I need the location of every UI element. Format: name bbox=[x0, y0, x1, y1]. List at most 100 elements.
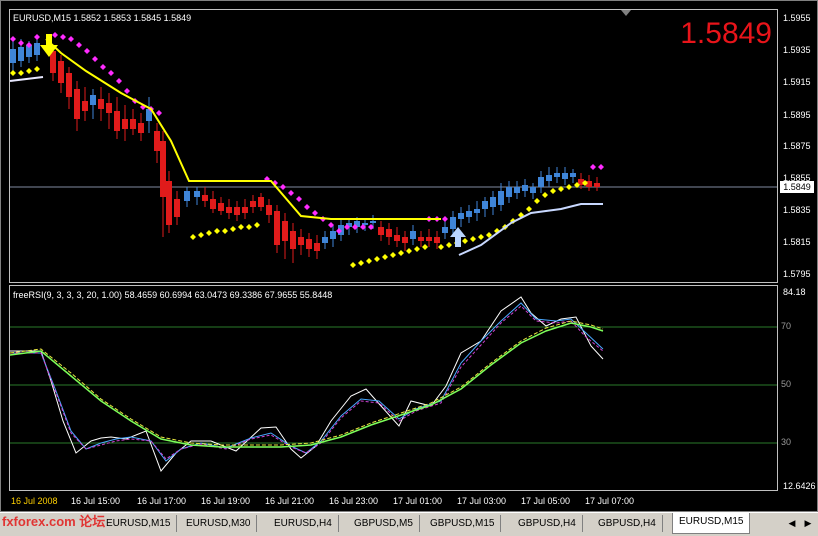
indicator-dot bbox=[550, 188, 556, 194]
candle-body bbox=[106, 103, 112, 113]
indicator-dot bbox=[398, 250, 404, 256]
candle-body bbox=[130, 119, 136, 129]
candle-body bbox=[74, 89, 80, 119]
indicator-dot bbox=[438, 244, 444, 250]
price-tick: 1.5835 bbox=[783, 205, 811, 215]
time-tick: 16 Jul 19:00 bbox=[201, 496, 251, 506]
candle-body bbox=[450, 217, 456, 229]
time-tick: 17 Jul 05:00 bbox=[521, 496, 571, 506]
white-line-left bbox=[9, 76, 44, 82]
tab-gbpusd-m5[interactable]: GBPUSD,M5 bbox=[348, 515, 420, 532]
rsi-info: freeRSI(9, 3, 3, 3, 20, 1.00) 58.4659 60… bbox=[13, 290, 333, 300]
tab-gbpusd-h4-b[interactable]: GBPUSD,H4 bbox=[592, 515, 663, 532]
candle-body bbox=[306, 239, 312, 249]
candle-body bbox=[530, 187, 536, 193]
candle-body bbox=[434, 237, 440, 243]
rsi-tick-70: 70 bbox=[781, 321, 792, 331]
indicator-dot bbox=[10, 70, 16, 76]
indicator-dot bbox=[34, 34, 40, 40]
indicator-dot bbox=[124, 88, 130, 94]
scroll-marker-icon[interactable] bbox=[621, 10, 631, 16]
candle-body bbox=[122, 119, 128, 129]
candle-body bbox=[458, 213, 464, 219]
candle-body bbox=[202, 195, 208, 201]
indicator-dot bbox=[52, 32, 58, 38]
candle-body bbox=[394, 235, 400, 241]
candle-body bbox=[18, 47, 24, 61]
indicator-dot bbox=[390, 252, 396, 258]
indicator-dot bbox=[598, 164, 604, 170]
candle-body bbox=[314, 243, 320, 251]
indicator-dot bbox=[422, 244, 428, 250]
candle-body bbox=[546, 175, 552, 181]
candle-body bbox=[498, 191, 504, 205]
watermark-logo: fxforex.com 论坛 bbox=[2, 514, 106, 529]
indicator-dot bbox=[470, 236, 476, 242]
tab-eurusd-h4[interactable]: EURUSD,H4 bbox=[268, 515, 339, 532]
candle-body bbox=[234, 207, 240, 215]
candle-body bbox=[442, 227, 448, 233]
indicator-dot bbox=[76, 42, 82, 48]
indicator-dot bbox=[366, 258, 372, 264]
candle-body bbox=[570, 173, 576, 177]
candle-body bbox=[58, 61, 64, 83]
indicator-dot bbox=[238, 224, 244, 230]
candle-body bbox=[290, 231, 296, 249]
price-tick: 1.5795 bbox=[783, 269, 811, 279]
time-tick: 16 Jul 23:00 bbox=[329, 496, 379, 506]
candle-body bbox=[10, 49, 16, 63]
candle-body bbox=[330, 231, 336, 239]
indicator-dot bbox=[406, 248, 412, 254]
candle-body bbox=[250, 201, 256, 207]
indicator-dot bbox=[566, 184, 572, 190]
indicator-dot bbox=[288, 190, 294, 196]
tab-scroll-left-icon[interactable]: ◀ bbox=[784, 516, 800, 531]
tab-scroll-right-icon[interactable]: ▶ bbox=[800, 516, 816, 531]
yellow-trail-line bbox=[45, 38, 441, 220]
candle-body bbox=[370, 221, 376, 223]
indicator-dot bbox=[100, 64, 106, 70]
rsi-tick-30: 30 bbox=[781, 437, 792, 447]
candle-body bbox=[322, 237, 328, 243]
indicator-dot bbox=[414, 246, 420, 252]
candle-body bbox=[258, 197, 264, 207]
indicator-dot bbox=[84, 48, 90, 54]
candle-body bbox=[90, 95, 96, 105]
candle-body bbox=[594, 183, 600, 187]
candle-body bbox=[138, 123, 144, 133]
candle-body bbox=[274, 211, 280, 245]
candle-body bbox=[184, 191, 190, 201]
time-tick: 17 Jul 03:00 bbox=[457, 496, 507, 506]
chart-window[interactable]: EURUSD,M15 1.5852 1.5853 1.5845 1.5849 1… bbox=[0, 0, 818, 512]
candle-body bbox=[490, 197, 496, 207]
candle-body bbox=[82, 101, 88, 111]
indicator-dot bbox=[296, 196, 302, 202]
candle-body bbox=[160, 141, 166, 197]
indicator-dot bbox=[350, 262, 356, 268]
candle-body bbox=[474, 209, 480, 213]
big-price-label: 1.5849 bbox=[680, 17, 772, 50]
candle-body bbox=[386, 229, 392, 237]
indicator-dot bbox=[442, 216, 448, 222]
current-price-box: 1.5849 bbox=[780, 181, 814, 193]
white-line-right bbox=[458, 203, 603, 256]
indicator-dot bbox=[18, 70, 24, 76]
candle-body bbox=[218, 203, 224, 211]
indicator-dot bbox=[446, 242, 452, 248]
indicator-dot bbox=[382, 254, 388, 260]
indicator-dot bbox=[280, 184, 286, 190]
price-chart bbox=[9, 32, 777, 472]
candle-body bbox=[514, 187, 520, 193]
candle-body bbox=[226, 207, 232, 213]
tab-eurusd-m15-active[interactable]: EURUSD,M15 bbox=[672, 513, 751, 534]
candle-body bbox=[562, 173, 568, 179]
tab-eurusd-m15-a[interactable]: EURUSD,M15 bbox=[100, 515, 178, 532]
tab-gbpusd-h4-a[interactable]: GBPUSD,H4 bbox=[512, 515, 583, 532]
chart-tabs: fxforex.com 论坛 EURUSD,M15 EURUSD,M30 EUR… bbox=[0, 512, 818, 536]
indicator-dot bbox=[246, 224, 252, 230]
tab-eurusd-m30[interactable]: EURUSD,M30 bbox=[180, 515, 258, 532]
candle-body bbox=[482, 201, 488, 209]
price-axis: 1.5955 1.5935 1.5915 1.5895 1.5875 1.585… bbox=[780, 1, 818, 285]
rsi-tick-bottom: 12.6426 bbox=[783, 481, 816, 491]
tab-gbpusd-m15[interactable]: GBPUSD,M15 bbox=[424, 515, 502, 532]
